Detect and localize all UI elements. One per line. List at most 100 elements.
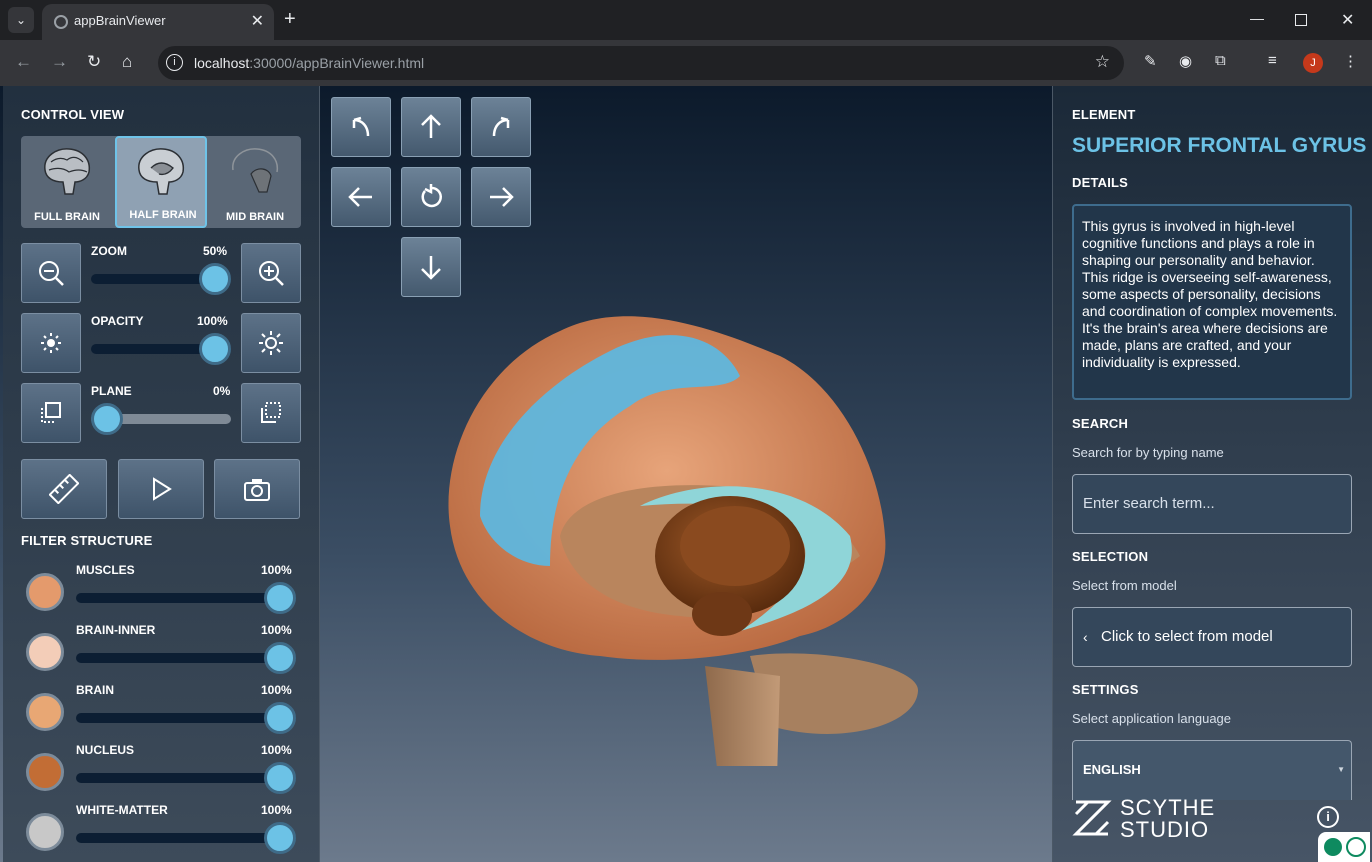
selection-title: SELECTION [1072, 549, 1149, 564]
filter-brain-knob[interactable] [264, 702, 296, 734]
app-viewport: CONTROL VIEW FULL BRAIN HALF BRAIN MID B… [0, 86, 1372, 862]
plane-decrease-button[interactable] [21, 383, 81, 443]
search-input[interactable]: Enter search term... [1072, 474, 1352, 534]
view-selector: FULL BRAIN HALF BRAIN MID BRAIN [21, 136, 301, 228]
plane-back-icon [41, 402, 61, 423]
new-tab-button[interactable]: + [284, 8, 296, 31]
filter-white-matter-slider[interactable] [76, 833, 296, 843]
chevron-left-icon: ‹ [1083, 629, 1088, 645]
language-select[interactable]: ENGLISH ▼ [1072, 740, 1352, 800]
extension-badge-icon[interactable]: ◉ [1179, 52, 1192, 70]
tab-search-button[interactable]: ⌄ [8, 7, 34, 33]
opacity-increase-button[interactable] [241, 313, 301, 373]
filter-nucleus-slider[interactable] [76, 773, 296, 783]
search-hint: Search for by typing name [1072, 445, 1224, 460]
control-panel: CONTROL VIEW FULL BRAIN HALF BRAIN MID B… [3, 86, 320, 862]
filter-muscles-value: 100% [261, 563, 292, 577]
zoom-out-button[interactable] [21, 243, 81, 303]
rotate-up-right-button[interactable] [471, 97, 531, 157]
tab-title: appBrainViewer [74, 13, 166, 28]
filter-nucleus-label: NUCLEUS [76, 743, 135, 757]
close-window-button[interactable]: ✕ [1341, 10, 1354, 30]
filter-white-matter-knob[interactable] [264, 822, 296, 854]
plane-label: PLANE [91, 384, 132, 398]
arrow-right-icon [490, 187, 514, 207]
reset-rotation-button[interactable] [401, 167, 461, 227]
select-from-model-label: Click to select from model [1101, 628, 1273, 645]
view-half-brain-label: HALF BRAIN [129, 209, 197, 221]
search-title: SEARCH [1072, 416, 1129, 431]
filter-muscles-label: MUSCLES [76, 563, 135, 577]
zoom-in-button[interactable] [241, 243, 301, 303]
assistant-widget-icon[interactable] [1318, 832, 1370, 862]
measure-button[interactable] [21, 459, 107, 519]
profile-avatar[interactable]: J [1303, 53, 1323, 73]
browser-tab[interactable]: appBrainViewer ✕ [42, 4, 274, 40]
plane-slider-knob[interactable] [91, 403, 123, 435]
selection-hint: Select from model [1072, 578, 1177, 593]
browser-menu-icon[interactable]: ⋮ [1343, 52, 1358, 70]
view-mid-brain-button[interactable]: MID BRAIN [209, 136, 301, 228]
home-button[interactable]: ⌂ [122, 52, 132, 72]
element-name: SUPERIOR FRONTAL GYRUS [1072, 134, 1367, 157]
filter-brain-inner-knob[interactable] [264, 642, 296, 674]
rotate-up-left-button[interactable] [331, 97, 391, 157]
select-from-model-button[interactable]: ‹ Click to select from model [1072, 607, 1352, 667]
details-title: DETAILS [1072, 175, 1129, 190]
site-info-icon[interactable]: i [166, 54, 183, 71]
back-button[interactable]: ← [15, 52, 32, 72]
filter-muscles-knob[interactable] [264, 582, 296, 614]
language-value: ENGLISH [1083, 762, 1141, 777]
rotate-left-button[interactable] [331, 167, 391, 227]
zoom-label: ZOOM [91, 244, 127, 258]
filter-nucleus-knob[interactable] [264, 762, 296, 794]
arrow-up-icon [421, 114, 441, 138]
extensions-puzzle-icon[interactable]: ⧉ [1215, 52, 1226, 69]
reset-icon [421, 184, 442, 208]
filter-brain-slider[interactable] [76, 713, 296, 723]
reload-button[interactable]: ↻ [87, 52, 101, 72]
scythe-studio-mark-icon [1072, 800, 1112, 836]
details-text: This gyrus is involved in high-level cog… [1072, 204, 1352, 400]
rotate-down-button[interactable] [401, 237, 461, 297]
address-bar[interactable]: i localhost:30000/appBrainViewer.html ☆ [158, 46, 1124, 80]
view-mid-brain-label: MID BRAIN [225, 211, 285, 223]
close-tab-icon[interactable]: ✕ [251, 11, 264, 31]
filter-muscles-slider[interactable] [76, 593, 296, 603]
zoom-out-icon [39, 261, 64, 286]
bookmark-star-icon[interactable]: ☆ [1095, 52, 1110, 72]
pen-extension-icon[interactable]: ✎ [1144, 52, 1157, 70]
settings-title: SETTINGS [1072, 682, 1139, 697]
globe-icon [54, 15, 68, 29]
media-control-icon[interactable]: ≡ [1268, 52, 1277, 69]
about-info-icon[interactable]: i [1317, 806, 1339, 828]
view-half-brain-button[interactable]: HALF BRAIN [115, 136, 207, 228]
full-brain-icon [44, 148, 91, 195]
logo-text-top: SCYTHE [1120, 795, 1216, 820]
brain-3d-model[interactable] [420, 236, 940, 766]
opacity-slider-knob[interactable] [199, 333, 231, 365]
play-icon [153, 477, 172, 501]
arrow-down-icon [421, 256, 441, 280]
minimize-button[interactable]: — [1250, 10, 1264, 26]
plane-value: 0% [213, 384, 231, 398]
rotate-right-button[interactable] [471, 167, 531, 227]
filter-brain-inner-slider[interactable] [76, 653, 296, 663]
maximize-button[interactable] [1295, 14, 1307, 26]
screenshot-button[interactable] [214, 459, 300, 519]
zoom-value: 50% [203, 244, 228, 258]
filter-brain-label: BRAIN [76, 683, 114, 697]
element-title: ELEMENT [1072, 107, 1136, 122]
play-button[interactable] [118, 459, 204, 519]
view-full-brain-button[interactable]: FULL BRAIN [21, 136, 113, 228]
browser-tabbar: ⌄ appBrainViewer ✕ + — ✕ [0, 0, 1372, 40]
opacity-decrease-button[interactable] [21, 313, 81, 373]
filter-structure-title: FILTER STRUCTURE [21, 533, 153, 548]
plane-increase-button[interactable] [241, 383, 301, 443]
forward-button[interactable]: → [51, 52, 68, 72]
rotate-up-button[interactable] [401, 97, 461, 157]
opacity-label: OPACITY [91, 314, 144, 328]
zoom-slider-knob[interactable] [199, 263, 231, 295]
control-view-title: CONTROL VIEW [21, 107, 125, 122]
filter-brain-inner-value: 100% [261, 623, 292, 637]
